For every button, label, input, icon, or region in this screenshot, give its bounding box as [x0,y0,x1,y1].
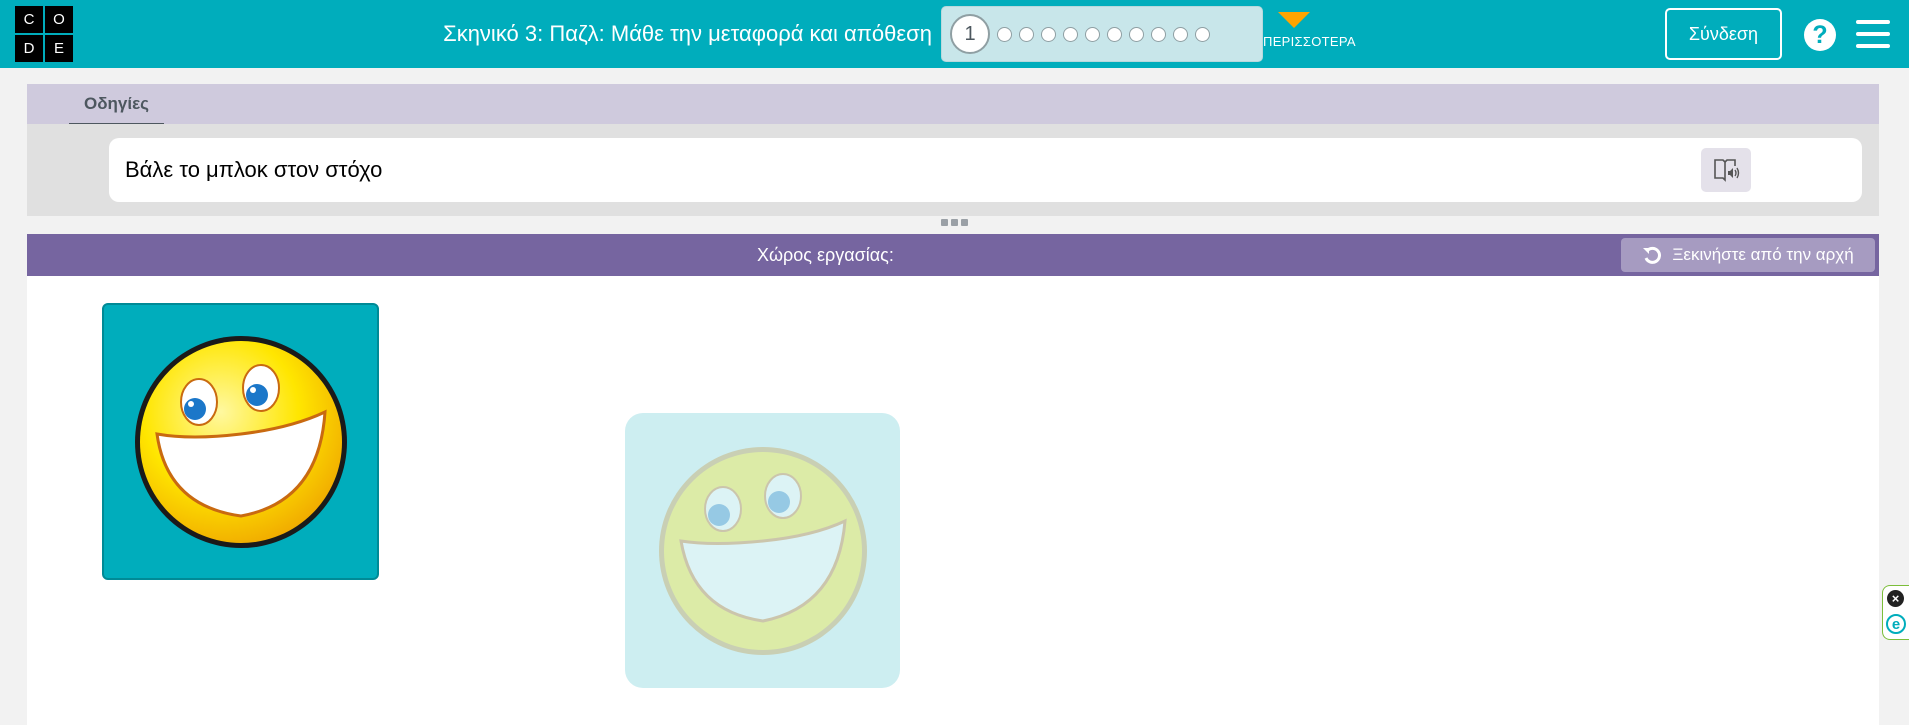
e-extension-icon[interactable]: e [1886,614,1906,634]
more-label: ΠΕΡΙΣΣΟΤΕΡΑ [1263,34,1356,49]
level-dot[interactable] [1173,26,1188,42]
level-dot[interactable] [1151,26,1166,42]
level-dot[interactable] [1195,26,1210,42]
header-bar: C O D E Σκηνικό 3: Παζλ: Μάθε την μεταφο… [0,0,1909,68]
signin-button[interactable]: Σύνδεση [1665,8,1782,60]
drop-target [625,413,900,688]
logo-letter-e: E [45,35,73,62]
side-widget: × e [1882,585,1909,640]
smiley-face-icon [134,335,347,548]
restart-icon [1643,246,1662,264]
instructions-tab-bar: Οδηγίες [27,84,1879,125]
level-dot[interactable] [1129,26,1144,42]
level-dot[interactable] [1107,26,1122,42]
help-icon[interactable]: ? [1804,19,1836,51]
restart-label: Ξεκινήστε από την αρχή [1672,245,1854,264]
caret-down-icon [1278,12,1310,28]
instructions-text: Βάλε το μπλοκ στον στόχο [125,157,383,182]
close-icon[interactable]: × [1887,590,1904,607]
logo-letter-c: C [15,6,43,33]
more-dropdown[interactable]: ΠΕΡΙΣΣΟΤΕΡΑ [1263,8,1363,60]
hamburger-icon[interactable] [1856,20,1890,48]
current-level-bubble[interactable]: 1 [950,14,990,54]
smiley-face-target-icon [658,446,867,655]
logo-letter-o: O [45,6,73,33]
instructions-panel: Βάλε το μπλοκ στον στόχο [27,124,1879,216]
tab-instructions[interactable]: Οδηγίες [69,84,164,125]
level-dot[interactable] [1063,26,1078,42]
level-dot[interactable] [1041,26,1056,42]
workspace-title: Χώρος εργασίας: [757,244,894,265]
resize-grip-icon[interactable] [941,219,971,227]
restart-button[interactable]: Ξεκινήστε από την αρχή [1621,238,1875,272]
draggable-block[interactable] [102,303,379,580]
level-dot[interactable] [1019,26,1034,42]
text-to-speech-icon [1714,159,1740,182]
code-logo[interactable]: C O D E [15,6,73,62]
text-to-speech-button[interactable] [1701,148,1751,192]
level-progress: 1 [941,6,1263,62]
instructions-bubble: Βάλε το μπλοκ στον στόχο [109,138,1862,202]
level-dot[interactable] [1085,26,1100,42]
workspace-header: Χώρος εργασίας: Ξεκινήστε από την αρχή [27,234,1879,276]
stage-title: Σκηνικό 3: Παζλ: Μάθε την μεταφορά και α… [443,21,932,46]
level-dot[interactable] [997,26,1012,42]
logo-letter-d: D [15,35,43,62]
